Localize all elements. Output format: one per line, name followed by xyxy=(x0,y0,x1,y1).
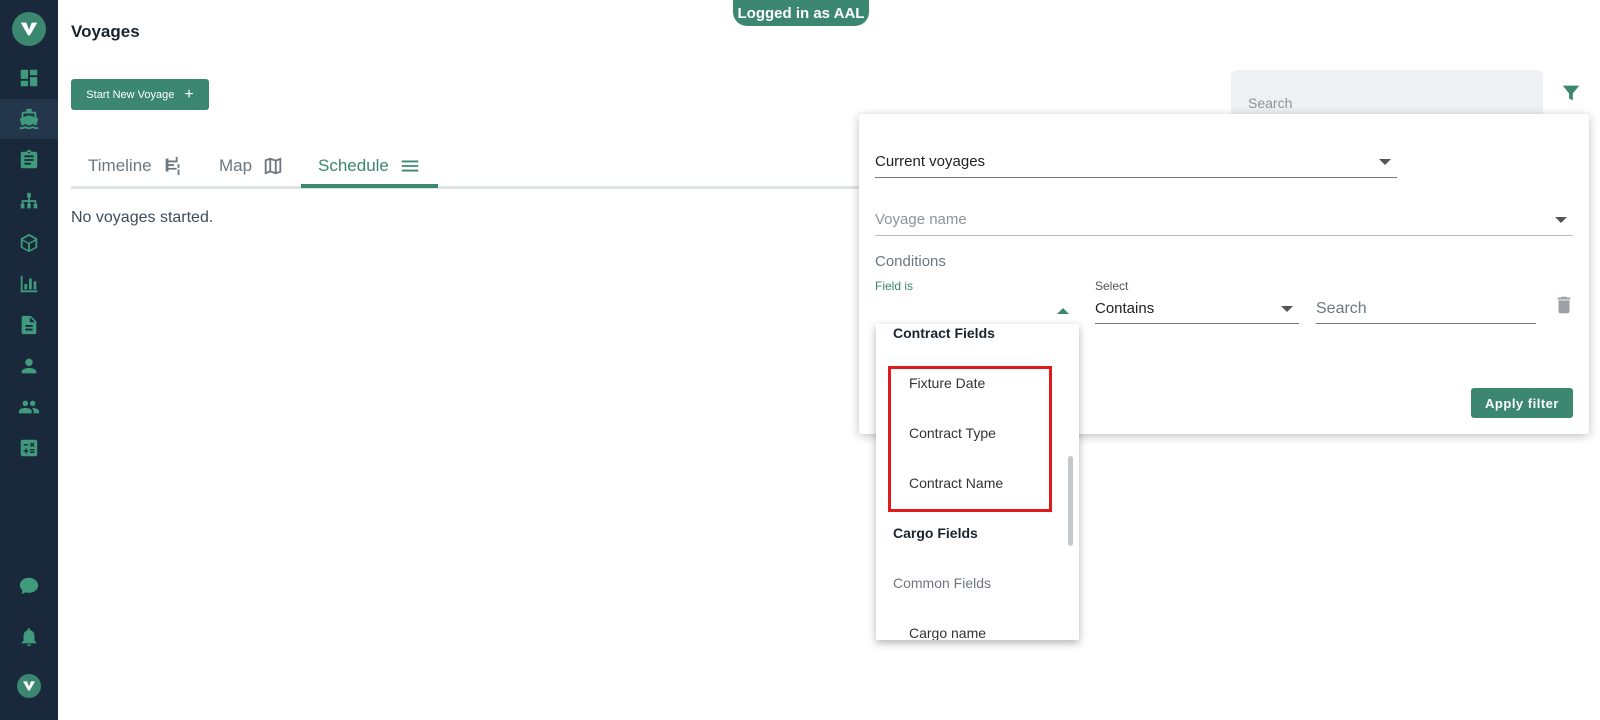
calculator-icon[interactable] xyxy=(0,428,58,468)
bell-icon[interactable] xyxy=(0,617,58,657)
login-status-badge: Logged in as AAL xyxy=(733,0,869,26)
voyage-name-placeholder: Voyage name xyxy=(875,211,967,228)
footer-logo-icon xyxy=(17,674,41,698)
app-logo-icon[interactable] xyxy=(12,12,46,46)
empty-state-text: No voyages started. xyxy=(71,209,214,226)
people-icon[interactable] xyxy=(0,387,58,427)
bar-chart-icon[interactable] xyxy=(0,264,58,304)
operator-select[interactable]: Contains xyxy=(1095,294,1299,324)
cube-icon[interactable] xyxy=(0,223,58,263)
map-icon xyxy=(264,157,282,175)
document-icon[interactable] xyxy=(0,305,58,345)
voyage-scope-value: Current voyages xyxy=(875,153,986,170)
operator-label: Select xyxy=(1095,279,1129,293)
dropdown-subgroup-header: Common Fields xyxy=(893,575,992,591)
tab-timeline[interactable]: Timeline xyxy=(88,143,184,189)
voyage-name-select[interactable]: Voyage name xyxy=(875,204,1573,236)
view-tabs: Timeline Map Schedule xyxy=(71,143,860,189)
conditions-label: Conditions xyxy=(875,253,946,270)
list-icon xyxy=(401,160,419,172)
timeline-icon xyxy=(165,156,180,176)
person-icon[interactable] xyxy=(0,346,58,386)
active-tab-indicator xyxy=(301,184,438,188)
sitemap-icon[interactable] xyxy=(0,182,58,222)
trash-icon[interactable] xyxy=(1553,294,1575,316)
start-new-voyage-label: Start New Voyage xyxy=(86,88,175,101)
tab-timeline-label: Timeline xyxy=(88,156,152,175)
tab-schedule[interactable]: Schedule xyxy=(318,143,421,189)
page-title: Voyages xyxy=(71,22,140,41)
sidebar xyxy=(0,0,58,720)
chat-icon[interactable] xyxy=(0,566,58,606)
voyage-scope-select[interactable]: Current voyages xyxy=(875,146,1397,178)
highlight-box xyxy=(888,366,1052,512)
plus-icon: + xyxy=(184,85,194,103)
chevron-up-icon xyxy=(1057,308,1069,314)
dropdown-group-header: Contract Fields xyxy=(893,325,995,341)
filter-icon[interactable] xyxy=(1560,82,1582,104)
dropdown-scrollbar[interactable] xyxy=(1068,456,1073,546)
start-new-voyage-button[interactable]: Start New Voyage + xyxy=(71,79,209,110)
clipboard-icon[interactable] xyxy=(0,140,58,180)
field-is-select[interactable] xyxy=(875,300,1075,322)
dropdown-option[interactable]: Cargo name xyxy=(876,608,1079,640)
operator-value: Contains xyxy=(1095,300,1155,317)
tab-schedule-label: Schedule xyxy=(318,156,389,175)
chevron-down-icon xyxy=(1379,158,1391,165)
field-is-label: Field is xyxy=(875,279,914,293)
chevron-down-icon xyxy=(1555,216,1567,223)
condition-search-input[interactable] xyxy=(1316,299,1536,318)
apply-filter-button[interactable]: Apply filter xyxy=(1471,388,1573,418)
dashboard-icon[interactable] xyxy=(0,58,58,98)
tab-map-label: Map xyxy=(219,156,253,175)
tab-map[interactable]: Map xyxy=(219,143,284,189)
condition-search-field[interactable] xyxy=(1316,294,1536,324)
dropdown-group-header: Cargo Fields xyxy=(893,525,978,541)
chevron-down-icon xyxy=(1281,305,1293,312)
ship-icon[interactable] xyxy=(0,99,58,139)
